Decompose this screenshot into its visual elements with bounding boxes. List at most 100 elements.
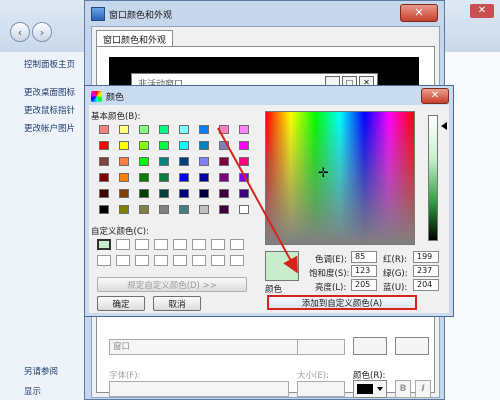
font-combo[interactable] bbox=[109, 381, 289, 397]
red-field[interactable]: 199 bbox=[413, 251, 439, 263]
italic-button[interactable]: I bbox=[415, 380, 431, 398]
luminance-label: 亮度(L): bbox=[315, 283, 347, 293]
color-dialog-close-button[interactable]: ✕ bbox=[421, 88, 449, 104]
cancel-button[interactable]: 取消 bbox=[153, 296, 201, 311]
basic-color-swatch[interactable] bbox=[119, 189, 129, 198]
window-appearance-close-button[interactable]: ✕ bbox=[400, 4, 438, 22]
basic-color-swatch[interactable] bbox=[99, 157, 109, 166]
basic-color-swatch[interactable] bbox=[119, 205, 129, 214]
basic-color-swatch[interactable] bbox=[139, 173, 149, 182]
sidebar-link[interactable]: 显示 bbox=[24, 385, 41, 397]
basic-color-swatch[interactable] bbox=[179, 189, 189, 198]
custom-color-swatch[interactable] bbox=[192, 255, 206, 266]
luminance-arrow-icon[interactable] bbox=[441, 122, 447, 130]
basic-color-swatch[interactable] bbox=[239, 141, 249, 150]
custom-color-swatch[interactable] bbox=[135, 255, 149, 266]
custom-color-swatch[interactable] bbox=[97, 239, 111, 250]
basic-color-swatch[interactable] bbox=[159, 205, 169, 214]
add-to-custom-colors-button[interactable]: 添加到自定义颜色(A) bbox=[267, 295, 417, 310]
custom-color-swatch[interactable] bbox=[97, 255, 111, 266]
basic-color-swatch[interactable] bbox=[139, 125, 149, 134]
sidebar-link[interactable]: 控制面板主页 bbox=[24, 58, 75, 70]
basic-color-swatch[interactable] bbox=[139, 205, 149, 214]
basic-color-swatch[interactable] bbox=[239, 173, 249, 182]
color-dialog: 颜色 ✕ 基本颜色(B): 自定义颜色(C): 规定自定义颜色(D) >> 确定… bbox=[84, 85, 454, 317]
basic-color-swatch[interactable] bbox=[99, 125, 109, 134]
basic-color-swatch[interactable] bbox=[219, 189, 229, 198]
basic-color-swatch[interactable] bbox=[199, 173, 209, 182]
basic-color-swatch[interactable] bbox=[239, 157, 249, 166]
basic-color-swatch[interactable] bbox=[179, 125, 189, 134]
ok-button[interactable]: 确定 bbox=[97, 296, 145, 311]
control-panel-close-icon[interactable]: ✕ bbox=[470, 4, 494, 18]
basic-color-swatch[interactable] bbox=[179, 205, 189, 214]
forward-button[interactable]: › bbox=[32, 22, 52, 42]
basic-color-swatch[interactable] bbox=[139, 157, 149, 166]
custom-color-swatch[interactable] bbox=[192, 239, 206, 250]
basic-color-swatch[interactable] bbox=[99, 173, 109, 182]
basic-color-swatch[interactable] bbox=[119, 141, 129, 150]
custom-color-swatch[interactable] bbox=[135, 239, 149, 250]
custom-color-swatch[interactable] bbox=[211, 239, 225, 250]
basic-color-swatch[interactable] bbox=[219, 125, 229, 134]
basic-color-swatch[interactable] bbox=[99, 189, 109, 198]
custom-color-swatch[interactable] bbox=[116, 255, 130, 266]
basic-color-swatch[interactable] bbox=[199, 157, 209, 166]
item-color2-combo[interactable] bbox=[395, 337, 429, 355]
basic-color-swatch[interactable] bbox=[219, 157, 229, 166]
item-combo[interactable]: 窗口 bbox=[109, 339, 299, 355]
custom-color-swatch[interactable] bbox=[154, 255, 168, 266]
custom-color-swatch[interactable] bbox=[173, 255, 187, 266]
color-spectrum[interactable]: ✛ bbox=[265, 111, 415, 245]
basic-color-swatch[interactable] bbox=[239, 205, 249, 214]
basic-color-swatch[interactable] bbox=[219, 173, 229, 182]
basic-color-swatch[interactable] bbox=[159, 141, 169, 150]
sidebar-link[interactable]: 更改鼠标指针 bbox=[24, 104, 75, 116]
basic-color-swatch[interactable] bbox=[179, 173, 189, 182]
saturation-field[interactable]: 123 bbox=[351, 265, 377, 277]
luminance-slider[interactable] bbox=[428, 115, 438, 241]
basic-color-swatch[interactable] bbox=[159, 125, 169, 134]
custom-color-swatch[interactable] bbox=[173, 239, 187, 250]
basic-color-swatch[interactable] bbox=[159, 157, 169, 166]
basic-color-swatch[interactable] bbox=[159, 189, 169, 198]
bold-button[interactable]: B bbox=[395, 380, 411, 398]
basic-color-swatch[interactable] bbox=[99, 205, 109, 214]
basic-color-swatch[interactable] bbox=[199, 205, 209, 214]
sidebar-link[interactable]: 另请参阅 bbox=[24, 365, 58, 377]
basic-color-swatch[interactable] bbox=[199, 125, 209, 134]
basic-color-swatch[interactable] bbox=[119, 173, 129, 182]
custom-color-swatch[interactable] bbox=[230, 255, 244, 266]
basic-color-swatch[interactable] bbox=[159, 173, 169, 182]
font-color-combo[interactable] bbox=[353, 380, 387, 398]
back-button[interactable]: ‹ bbox=[10, 22, 30, 42]
item-size-combo[interactable] bbox=[297, 339, 345, 355]
basic-color-swatch[interactable] bbox=[99, 141, 109, 150]
sidebar-link[interactable]: 更改帐户图片 bbox=[24, 122, 75, 134]
green-field[interactable]: 237 bbox=[413, 265, 439, 277]
custom-color-swatch[interactable] bbox=[230, 239, 244, 250]
item-color1-combo[interactable] bbox=[353, 337, 387, 355]
custom-color-swatch[interactable] bbox=[211, 255, 225, 266]
define-custom-colors-button[interactable]: 规定自定义颜色(D) >> bbox=[97, 277, 247, 292]
blue-field[interactable]: 204 bbox=[413, 279, 439, 291]
color-palette-icon bbox=[91, 90, 102, 102]
basic-color-swatch[interactable] bbox=[179, 157, 189, 166]
basic-color-swatch[interactable] bbox=[199, 141, 209, 150]
basic-color-swatch[interactable] bbox=[239, 125, 249, 134]
sidebar-link[interactable]: 更改桌面图标 bbox=[24, 86, 75, 98]
basic-color-swatch[interactable] bbox=[199, 189, 209, 198]
font-size-combo[interactable] bbox=[297, 381, 345, 397]
basic-color-swatch[interactable] bbox=[139, 189, 149, 198]
basic-color-swatch[interactable] bbox=[219, 205, 229, 214]
custom-color-swatch[interactable] bbox=[154, 239, 168, 250]
basic-color-swatch[interactable] bbox=[219, 141, 229, 150]
basic-color-swatch[interactable] bbox=[139, 141, 149, 150]
basic-color-swatch[interactable] bbox=[239, 189, 249, 198]
basic-color-swatch[interactable] bbox=[119, 157, 129, 166]
luminance-field[interactable]: 205 bbox=[351, 279, 377, 291]
basic-color-swatch[interactable] bbox=[119, 125, 129, 134]
hue-field[interactable]: 85 bbox=[351, 251, 377, 263]
basic-color-swatch[interactable] bbox=[179, 141, 189, 150]
custom-color-swatch[interactable] bbox=[116, 239, 130, 250]
